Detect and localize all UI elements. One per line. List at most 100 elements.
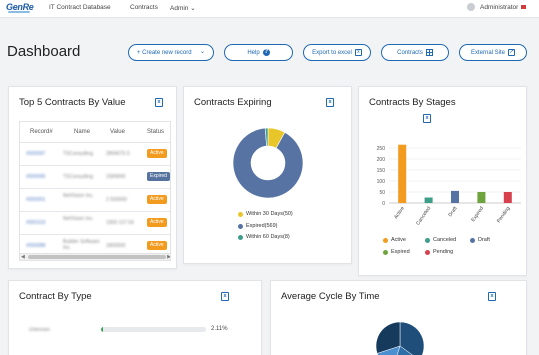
export-excel-icon[interactable]: x (326, 98, 334, 107)
status-badge: Active (147, 195, 167, 204)
table-icon (425, 49, 433, 56)
contracts-expiring-card: Contracts Expiring x Within 30 Days(50) … (183, 86, 352, 264)
chevron-down-icon: ⌄ (199, 49, 206, 55)
user-avatar-icon[interactable] (467, 3, 475, 11)
record-link[interactable]: #000001 (26, 197, 45, 203)
x-tick-label: Draft (448, 205, 459, 218)
table-row[interactable]: #000095 TSConsulting 1589000 Expired (20, 165, 170, 188)
contract-value: 1589000 (106, 174, 126, 180)
type-progress-fill (101, 327, 104, 332)
stages-bar-chart[interactable]: 0 50 100 150 200 250 Active Canceled Draft Expire… (365, 131, 525, 229)
export-label: Export to excel (312, 49, 352, 56)
legend-label: Expired(569) (246, 223, 278, 229)
bar-active[interactable] (398, 144, 407, 203)
record-link[interactable]: #000103 (26, 220, 45, 226)
type-title: Contract By Type (19, 291, 92, 302)
status-badge: Active (147, 241, 167, 250)
export-excel-icon[interactable]: x (488, 292, 496, 301)
x-tick-label: Expired (470, 206, 485, 224)
help-button[interactable]: Help ? (224, 44, 293, 61)
legend-dot (238, 234, 243, 240)
col-value[interactable]: Value (110, 129, 125, 135)
x-tick-label: Canceled (415, 206, 432, 227)
external-site-button[interactable]: External Site ↗ (459, 44, 527, 61)
legend-label: Active (391, 237, 406, 243)
top5-title: Top 5 Contracts By Value (19, 97, 126, 108)
page-title: Dashboard (7, 43, 81, 60)
legend-dot (383, 249, 388, 255)
expiring-donut-chart[interactable] (232, 127, 304, 199)
nav-admin-menu[interactable]: Admin ⌄ (170, 4, 196, 12)
scroll-right-icon[interactable]: ▶ (167, 254, 170, 260)
legend-label: Within 30 Days(50) (246, 211, 293, 217)
nav-contracts-link[interactable]: Contracts (130, 4, 158, 11)
legend-item[interactable]: Active (383, 237, 406, 243)
scroll-left-icon[interactable]: ◀ (21, 254, 25, 260)
legend-label: Within 60 Days(8) (246, 234, 290, 240)
expiring-title: Contracts Expiring (194, 97, 272, 108)
type-progress-bar (101, 327, 206, 332)
type-row-label: Unknown (29, 327, 50, 333)
contracts-by-stages-card: Contracts By Stages x 0 50 100 150 200 250 Act… (358, 86, 527, 276)
y-tick-label: 250 (377, 146, 386, 152)
record-link[interactable]: #000088 (26, 243, 45, 249)
legend-dot (425, 249, 430, 255)
bar-pending[interactable] (503, 192, 512, 203)
legend-dot (238, 223, 243, 229)
contract-name: TSConsulting (63, 174, 94, 180)
app-title: IT Contract Database (49, 4, 111, 11)
logo-swoosh (8, 11, 30, 13)
stages-title: Contracts By Stages (369, 97, 456, 108)
top5-table: Record# Name Value Status #000097 TSCons… (19, 121, 171, 261)
legend-dot (238, 211, 243, 217)
record-link[interactable]: #000095 (26, 174, 45, 180)
excel-icon: x (354, 49, 362, 56)
legend-item[interactable]: Draft (470, 237, 490, 243)
legend-label: Canceled (433, 237, 457, 243)
col-status[interactable]: Status (147, 129, 164, 135)
legend-item[interactable]: Expired(569) (238, 223, 278, 229)
top-nav: GenRe IT Contract Database Contracts Adm… (0, 0, 539, 18)
y-tick-label: 100 (377, 179, 386, 185)
legend-item[interactable]: Within 30 Days(50) (238, 211, 293, 217)
legend-dot (425, 237, 430, 243)
legend-dot (383, 237, 388, 243)
bar-expired[interactable] (477, 192, 486, 203)
x-tick-label: Active (393, 206, 406, 221)
create-record-label: + Create new record (137, 49, 192, 56)
user-name[interactable]: Administrator (480, 4, 518, 11)
export-excel-button[interactable]: Export to excel x (303, 44, 371, 61)
contract-name: NetVision Inc. (63, 216, 94, 222)
horizontal-scrollbar[interactable]: ◀ ▶ (20, 253, 170, 260)
legend-item[interactable]: Pending (425, 249, 453, 255)
contracts-button[interactable]: Contracts (381, 44, 449, 61)
table-row[interactable]: #000097 TSConsulting 2894075.5 Active (20, 142, 170, 165)
cycle-pie-chart[interactable] (375, 321, 425, 355)
table-row[interactable]: #000103 NetVision Inc. 1900 137.54 Activ… (20, 211, 170, 234)
contract-value: 2894075.5 (106, 151, 130, 157)
col-name[interactable]: Name (74, 129, 90, 135)
table-header: Record# Name Value Status (20, 122, 170, 142)
scrollbar-thumb[interactable] (28, 255, 166, 259)
bar-canceled[interactable] (424, 197, 433, 204)
create-record-button[interactable]: + Create new record ⌄ (128, 44, 214, 61)
legend-label: Pending (433, 249, 454, 255)
help-label: Help (247, 49, 260, 56)
legend-item[interactable]: Canceled (425, 237, 456, 243)
legend-item[interactable]: Expired (383, 249, 410, 255)
export-excel-icon[interactable]: x (155, 98, 163, 107)
flag-icon[interactable] (521, 5, 526, 9)
col-record[interactable]: Record# (30, 129, 53, 135)
legend-label: Expired (391, 249, 410, 255)
table-row[interactable]: #000001 NetVision Inc. 2 500000 Active (20, 188, 170, 211)
record-link[interactable]: #000097 (26, 151, 45, 157)
contract-value: 2 500000 (106, 197, 127, 203)
bar-draft[interactable] (451, 190, 459, 203)
legend-item[interactable]: Within 60 Days(8) (238, 234, 290, 240)
type-percent: 2.11% (211, 326, 228, 332)
contract-name: TSConsulting (63, 151, 94, 157)
export-excel-icon[interactable]: x (221, 292, 229, 301)
legend-label: Draft (478, 237, 490, 243)
export-excel-icon[interactable]: x (423, 114, 431, 123)
contracts-label: Contracts (397, 49, 423, 56)
